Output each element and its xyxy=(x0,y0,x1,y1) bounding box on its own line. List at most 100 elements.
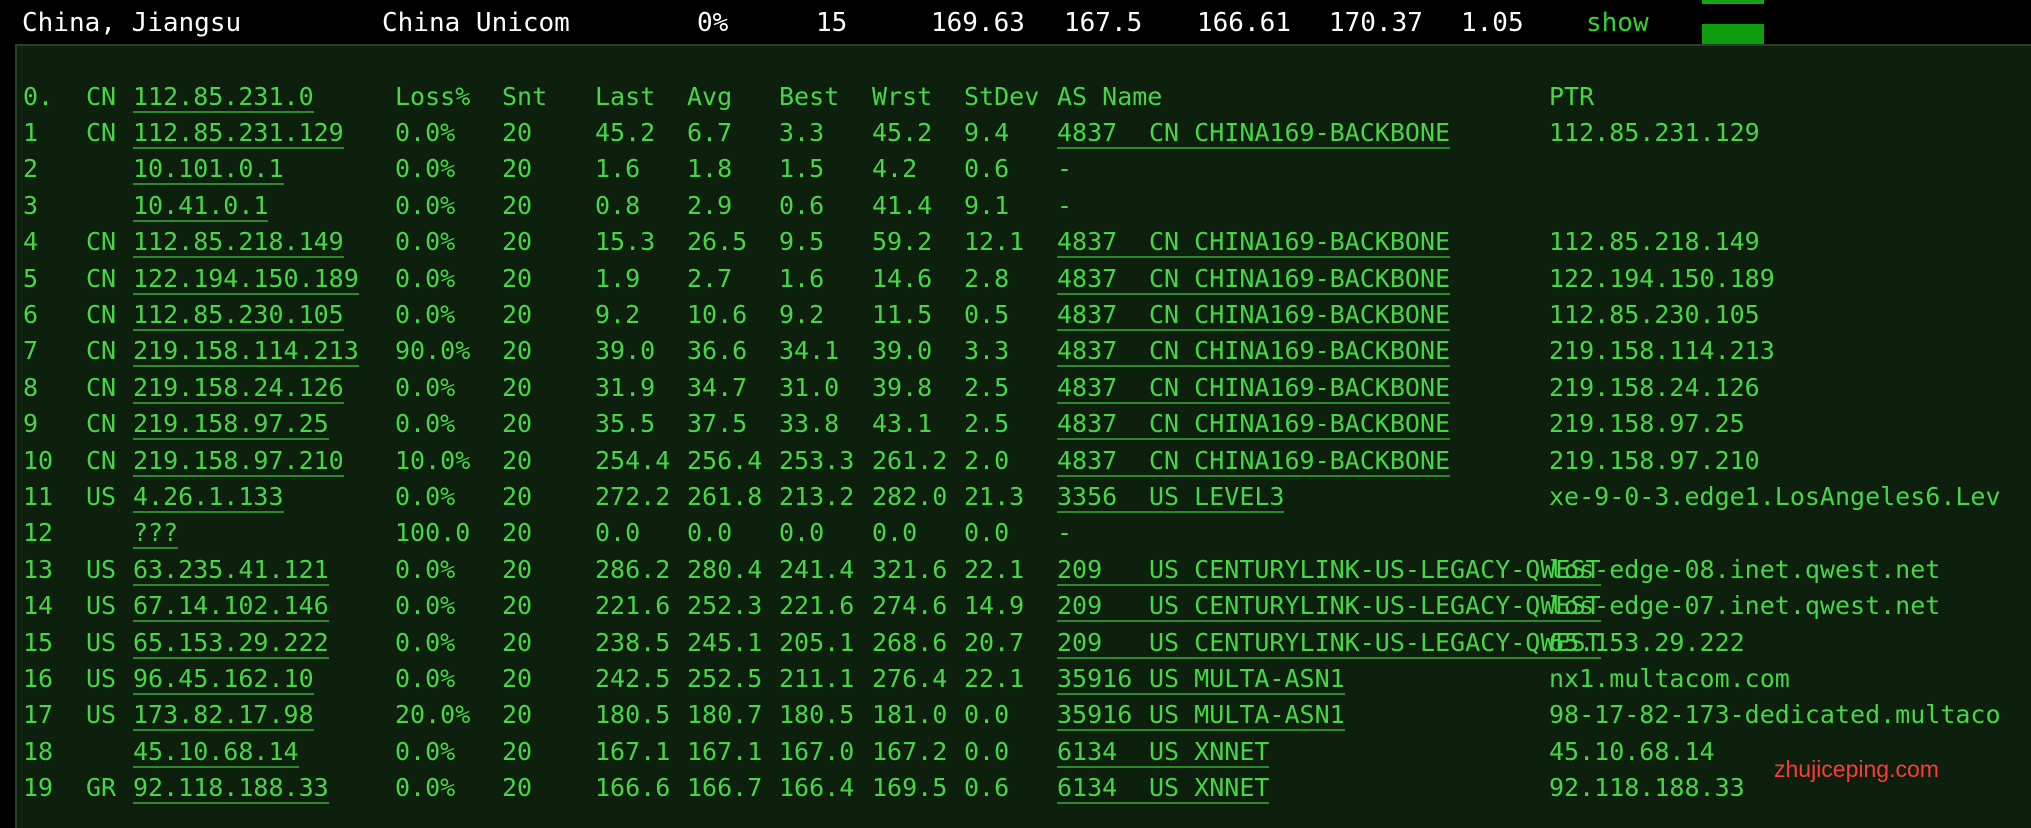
hop-as-info[interactable]: 3356 US LEVEL3 xyxy=(1057,482,1285,513)
hop-snt: 20 xyxy=(502,518,533,548)
hop-as-info[interactable]: 4837 CN CHINA169-BACKBONE xyxy=(1057,118,1451,149)
hop-loss: 0.0% xyxy=(395,300,456,329)
hop-avg: 245.1 xyxy=(687,627,763,657)
hop-host-link[interactable]: 112.85.218.149 xyxy=(133,227,344,259)
hop-hop: 6 xyxy=(23,300,39,329)
hop-wrst: 181.0 xyxy=(872,700,948,730)
hop-loss: 0.0% xyxy=(395,227,456,257)
hop-hop: 12 xyxy=(23,518,54,548)
hop-as-info[interactable]: 4837 CN CHINA169-BACKBONE xyxy=(1057,372,1451,404)
hop-as-info[interactable]: 4837 CN CHINA169-BACKBONE xyxy=(1057,227,1451,259)
hop-wrst: 276.4 xyxy=(872,664,948,693)
hop-asn: 4837 xyxy=(1057,300,1118,329)
hop-asn: 4837 xyxy=(1057,409,1118,439)
hop-stdev: 3.3 xyxy=(964,336,1010,366)
hop-ptr: 219.158.114.213 xyxy=(1549,336,1775,366)
table-row: 14 US 67.14.102.146 0.0% 20 221.6 252.3 221.6 27… xyxy=(17,587,2031,623)
hop-as-country: US xyxy=(1149,700,1180,730)
hop-stdev: 22.1 xyxy=(964,664,1025,693)
hop-asn: - xyxy=(1057,518,1073,548)
table-row: 18 45.10.68.14 0.0% 20 167.1 167.1 167.0 167.2 0… xyxy=(17,733,2031,769)
show-link[interactable]: show xyxy=(1586,8,1649,38)
header-as-name: AS Name xyxy=(1057,82,1163,111)
hop-avg: 256.4 xyxy=(687,445,763,475)
hop-snt: 20 xyxy=(502,700,533,730)
hop-asn: 209 xyxy=(1057,591,1103,621)
hop-as-info[interactable]: 4837 CN CHINA169-BACKBONE xyxy=(1057,409,1451,441)
hop-host-link[interactable]: 173.82.17.98 xyxy=(133,700,314,732)
hop-host-link[interactable]: 67.14.102.146 xyxy=(133,591,329,623)
hop-host-link[interactable]: 65.153.29.222 xyxy=(133,628,329,659)
hop-as-country: US xyxy=(1149,773,1180,803)
hop-wrst: 321.6 xyxy=(872,554,948,584)
hop-stdev: 0.0 xyxy=(964,700,1010,730)
hop-cc: CN xyxy=(86,372,117,402)
hop-wrst: 11.5 xyxy=(872,300,933,329)
hop-as-country: CN xyxy=(1149,263,1180,293)
hop-host-link[interactable]: 96.45.162.10 xyxy=(133,664,314,695)
hop-host-link[interactable]: 112.85.230.105 xyxy=(133,300,344,331)
hop-hop: 16 xyxy=(23,664,54,693)
hop-as-info[interactable]: 35916 US MULTA-ASN1 xyxy=(1057,664,1345,695)
hop-host-link[interactable]: 219.158.114.213 xyxy=(133,336,359,368)
hop-avg: 36.6 xyxy=(687,336,748,366)
hop-host-link[interactable]: 92.118.188.33 xyxy=(133,773,329,805)
header-host[interactable]: 112.85.231.0 xyxy=(133,82,314,113)
table-row: 19 GR 92.118.188.33 0.0% 20 166.6 166.7 166.4 16… xyxy=(17,769,2031,805)
table-row: 9 CN 219.158.97.25 0.0% 20 35.5 37.5 33.8 43.1 2.… xyxy=(17,405,2031,441)
hop-asn: 6134 xyxy=(1057,736,1118,766)
hop-stdev: 9.4 xyxy=(964,118,1010,147)
hop-as-info[interactable]: 4837 CN CHINA169-BACKBONE xyxy=(1057,263,1451,295)
hop-loss: 0.0% xyxy=(395,627,456,657)
hop-as-info[interactable]: 209 US CENTURYLINK-US-LEGACY-QWEST xyxy=(1057,555,1601,586)
hop-as-country: US xyxy=(1149,482,1180,511)
hop-loss: 0.0% xyxy=(395,664,456,693)
hop-hop: 17 xyxy=(23,700,54,730)
hop-as-info[interactable]: 4837 CN CHINA169-BACKBONE xyxy=(1057,336,1451,368)
hop-ptr: 219.158.24.126 xyxy=(1549,372,1760,402)
hop-as-country: CN xyxy=(1149,445,1180,475)
table-row: 11 US 4.26.1.133 0.0% 20 272.2 261.8 213.2 282.0… xyxy=(17,478,2031,514)
hop-host-link[interactable]: 63.235.41.121 xyxy=(133,555,329,586)
hop-host-link[interactable]: 112.85.231.129 xyxy=(133,118,344,149)
hop-as-country: US xyxy=(1149,627,1180,657)
hop-asn: 4837 xyxy=(1057,445,1118,475)
hop-as-info[interactable]: 209 US CENTURYLINK-US-LEGACY-QWEST xyxy=(1057,628,1601,659)
table-row: 17 US 173.82.17.98 20.0% 20 180.5 180.7 180.5 18… xyxy=(17,696,2031,732)
hop-last: 242.5 xyxy=(595,664,671,693)
hop-as-info[interactable]: 35916 US MULTA-ASN1 xyxy=(1057,700,1345,732)
hop-host-link[interactable]: 219.158.97.25 xyxy=(133,409,329,441)
hop-host-link[interactable]: 219.158.97.210 xyxy=(133,446,344,477)
hop-host-link[interactable]: 4.26.1.133 xyxy=(133,482,284,513)
hop-as-info[interactable]: 4837 CN CHINA169-BACKBONE xyxy=(1057,300,1451,331)
hop-stdev: 0.0 xyxy=(964,518,1010,548)
hop-as-info[interactable]: 209 US CENTURYLINK-US-LEGACY-QWEST xyxy=(1057,591,1601,623)
table-row: 5 CN 122.194.150.189 0.0% 20 1.9 2.7 1.6 14.6 2.8… xyxy=(17,260,2031,296)
hop-loss: 90.0% xyxy=(395,336,471,366)
hop-as-info[interactable]: 6134 US XNNET xyxy=(1057,736,1270,768)
hop-best: 9.5 xyxy=(779,227,825,257)
hop-as-info[interactable]: 4837 CN CHINA169-BACKBONE xyxy=(1057,445,1451,477)
hop-cc: US xyxy=(86,482,117,511)
hop-last: 0.8 xyxy=(595,190,641,220)
hop-host-link[interactable]: ??? xyxy=(133,518,179,550)
hop-loss: 20.0% xyxy=(395,700,471,730)
hop-host-link[interactable]: 122.194.150.189 xyxy=(133,264,359,295)
hop-ptr: 45.10.68.14 xyxy=(1549,736,1715,766)
hop-avg: 252.5 xyxy=(687,664,763,693)
hop-host-link[interactable]: 10.41.0.1 xyxy=(133,191,269,222)
hop-ptr: 219.158.97.210 xyxy=(1549,445,1760,475)
hop-host-link[interactable]: 219.158.24.126 xyxy=(133,373,344,404)
summary-best: 166.61 xyxy=(1197,8,1291,38)
hop-best: 167.0 xyxy=(779,736,855,766)
hop-host-link[interactable]: 10.101.0.1 xyxy=(133,154,284,186)
hop-as-country: CN xyxy=(1149,372,1180,402)
hop-stdev: 0.6 xyxy=(964,154,1010,184)
header-stdev: StDev xyxy=(964,82,1040,111)
hop-as-country: CN xyxy=(1149,336,1180,366)
hop-best: 0.0 xyxy=(779,518,825,548)
hop-host-link[interactable]: 45.10.68.14 xyxy=(133,737,299,768)
hop-best: 253.3 xyxy=(779,445,855,475)
hop-last: 166.6 xyxy=(595,773,671,803)
hop-as-info[interactable]: 6134 US XNNET xyxy=(1057,773,1270,805)
